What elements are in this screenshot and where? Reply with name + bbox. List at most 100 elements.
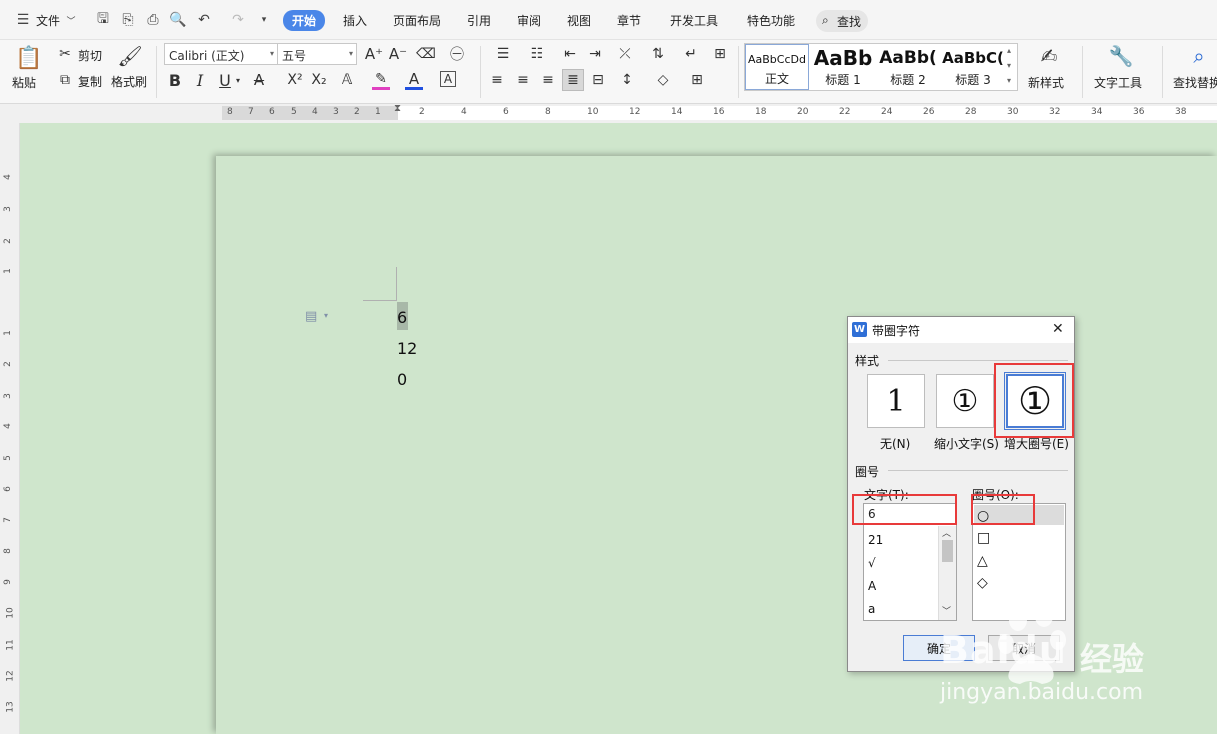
sort-icon[interactable]: ⇅ (648, 45, 668, 63)
align-left-icon[interactable]: ≡ (488, 71, 506, 89)
clear-format-icon[interactable]: ⌫ (416, 44, 436, 64)
ok-button[interactable]: 确定 (903, 635, 975, 661)
copy-button[interactable]: 复制 (78, 73, 102, 90)
tab-page-layout[interactable]: 页面布局 (393, 12, 441, 29)
tab-special-features[interactable]: 特色功能 (747, 12, 795, 29)
paragraph-options-icon[interactable]: ▤ (305, 309, 317, 324)
scrollbar[interactable]: ︿ ﹀ (938, 526, 956, 620)
list-item[interactable]: ◇ (977, 575, 988, 591)
decrease-indent-icon[interactable]: ⇤ (560, 45, 580, 63)
tab-references[interactable]: 引用 (467, 12, 491, 29)
menu-file[interactable]: 文件 (36, 12, 60, 29)
grow-font-icon[interactable]: A⁺ (364, 44, 384, 64)
tab-developer[interactable]: 开发工具 (670, 12, 718, 29)
list-item[interactable]: △ (977, 553, 988, 569)
style-none-option[interactable]: 1 (867, 374, 925, 428)
indent-marker-icon[interactable]: ⧗ (394, 103, 401, 114)
highlight-icon[interactable]: ✎ (372, 70, 390, 90)
font-size-select[interactable]: 五号 ▾ (277, 43, 357, 65)
list-item[interactable]: 21 (868, 533, 883, 547)
chevron-down-icon[interactable]: ▾ (1007, 61, 1011, 70)
doc-line[interactable]: 0 (397, 370, 407, 389)
tab-insert[interactable]: 插入 (343, 12, 367, 29)
shrink-font-icon[interactable]: A⁻ (388, 44, 408, 64)
bold-button[interactable]: B (166, 70, 184, 90)
style-heading-3[interactable]: AaBbC( 标题 3 (941, 44, 1005, 90)
show-marks-icon[interactable]: ↵ (678, 45, 704, 63)
scrollbar-thumb[interactable] (942, 540, 953, 562)
find-replace-button[interactable]: 查找替换 (1173, 74, 1217, 91)
chevron-up-icon[interactable]: ▴ (1007, 46, 1011, 55)
phonetic-guide-icon[interactable]: ㊀ (444, 44, 470, 64)
align-center-icon[interactable]: ≡ (514, 71, 532, 89)
font-name-select[interactable]: Calibri (正文) ▾ (164, 43, 278, 65)
scissors-icon[interactable]: ✂ (56, 45, 74, 63)
style-enlarge-symbol-option[interactable]: ① (1004, 372, 1066, 430)
style-heading-2[interactable]: AaBb( 标题 2 (876, 44, 940, 90)
enclosure-list[interactable]: ○ □ △ ◇ (972, 503, 1066, 621)
borders-icon[interactable]: ⊞ (684, 71, 710, 89)
tab-view[interactable]: 视图 (567, 12, 591, 29)
tab-review[interactable]: 审阅 (517, 12, 541, 29)
list-item[interactable]: ○ (977, 508, 989, 524)
chevron-down-icon[interactable]: ▾ (324, 311, 328, 320)
subscript-button[interactable]: X₂ (308, 70, 330, 90)
paste-button[interactable]: 粘贴 (12, 74, 36, 91)
doc-line[interactable]: 12 (397, 339, 417, 358)
chevron-down-icon[interactable]: ﹀ (942, 604, 951, 617)
table-tools-icon[interactable]: ⊞ (710, 45, 730, 63)
chinese-layout-icon[interactable]: ⤫ (612, 45, 638, 63)
style-shrink-text-option[interactable]: ① (936, 374, 994, 428)
shading-icon[interactable]: ◇ (650, 71, 676, 89)
export-pdf-icon[interactable]: ⎘ (119, 11, 137, 29)
dialog-titlebar[interactable]: W 带圈字符 ✕ (848, 317, 1074, 343)
close-icon[interactable]: ✕ (1052, 321, 1064, 337)
customize-toolbar-icon[interactable]: ▾ (255, 11, 273, 29)
hamburger-icon[interactable]: ☰ (14, 11, 32, 29)
chevron-down-icon[interactable]: ﹀ (62, 11, 80, 29)
bullet-list-icon[interactable]: ☰ (490, 45, 516, 63)
search-icon[interactable]: ⌕ (1186, 43, 1212, 69)
print-icon[interactable]: ⎙ (144, 11, 162, 29)
align-right-icon[interactable]: ≡ (539, 71, 557, 89)
superscript-button[interactable]: X² (284, 70, 306, 90)
text-effect-icon[interactable]: 𝔸 (338, 70, 356, 90)
text-tools-button[interactable]: 文字工具 (1094, 74, 1142, 91)
tab-chapter[interactable]: 章节 (617, 12, 641, 29)
style-heading-1[interactable]: AaBb 标题 1 (811, 44, 875, 90)
cut-button[interactable]: 剪切 (78, 47, 102, 64)
chevron-up-icon[interactable]: ︿ (942, 526, 951, 539)
save-icon[interactable]: 🖫 (94, 11, 112, 29)
list-item[interactable]: a (868, 602, 875, 616)
print-preview-icon[interactable]: 🔍 (169, 11, 187, 29)
redo-icon[interactable]: ↷ (229, 11, 247, 29)
numbered-list-icon[interactable]: ☷ (524, 45, 550, 63)
distribute-icon[interactable]: ⊟ (589, 71, 607, 89)
format-painter-icon[interactable]: 🖌 (117, 43, 142, 69)
new-style-icon[interactable]: ✍ (1036, 43, 1062, 69)
line-spacing-icon[interactable]: ↕ (614, 71, 640, 89)
list-item[interactable]: √ (868, 556, 876, 570)
char-border-button[interactable]: A (440, 71, 456, 87)
copy-icon[interactable]: ⧉ (56, 71, 74, 89)
wrench-icon[interactable]: 🔧 (1108, 43, 1134, 69)
text-input[interactable]: 6 (863, 503, 957, 525)
chevron-down-icon[interactable]: ▾ (233, 73, 243, 87)
style-normal[interactable]: AaBbCcDd 正文 (745, 44, 809, 90)
paste-icon[interactable]: 📋 (15, 44, 42, 72)
italic-button[interactable]: I (191, 70, 209, 90)
increase-indent-icon[interactable]: ⇥ (585, 45, 605, 63)
justify-icon[interactable]: ≣ (562, 69, 584, 91)
format-painter-button[interactable]: 格式刷 (111, 73, 147, 90)
strikethrough-button[interactable]: A (250, 70, 268, 90)
tab-home[interactable]: 开始 (283, 10, 326, 31)
font-color-button[interactable]: A (405, 70, 423, 90)
new-style-button[interactable]: 新样式 (1028, 74, 1064, 91)
expand-icon[interactable]: ▾ (1007, 76, 1011, 85)
undo-icon[interactable]: ↶ (195, 11, 213, 29)
list-item[interactable]: A (868, 579, 876, 593)
list-item[interactable]: □ (977, 530, 990, 546)
cancel-button[interactable]: 取消 (988, 635, 1060, 661)
search-button[interactable]: ⌕ 查找 (816, 10, 868, 32)
doc-line[interactable]: 6 (397, 308, 407, 327)
